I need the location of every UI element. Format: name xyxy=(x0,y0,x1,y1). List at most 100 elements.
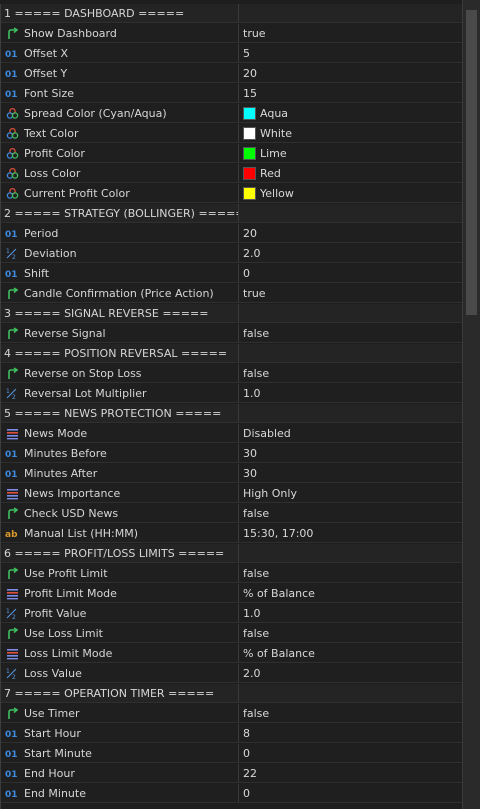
parameter-value-cell[interactable]: 15 xyxy=(239,84,463,102)
parameter-row[interactable]: 01 Offset Y 20 xyxy=(1,64,463,83)
parameter-value[interactable]: 5 xyxy=(243,47,250,60)
vertical-scrollbar[interactable] xyxy=(462,0,480,809)
parameter-row[interactable]: News Importance High Only xyxy=(1,484,463,503)
parameter-value[interactable]: 0 xyxy=(243,787,250,800)
parameter-value-cell[interactable]: 0 xyxy=(239,784,463,802)
parameter-value-cell[interactable]: White xyxy=(239,124,463,142)
parameter-row[interactable]: Check USD News false xyxy=(1,504,463,523)
parameter-row[interactable]: 1 2 Deviation 2.0 xyxy=(1,244,463,263)
parameter-row[interactable]: 1 2 Reversal Lot Multiplier 1.0 xyxy=(1,384,463,403)
parameter-row[interactable]: Profit Limit Mode % of Balance xyxy=(1,584,463,603)
parameter-value-cell[interactable]: Lime xyxy=(239,144,463,162)
parameter-value[interactable]: 30 xyxy=(243,447,257,460)
parameter-value-cell[interactable]: 22 xyxy=(239,764,463,782)
parameter-row[interactable]: Use Loss Limit false xyxy=(1,624,463,643)
parameter-value-cell[interactable]: false xyxy=(239,504,463,522)
parameter-row[interactable]: 01 Minutes After 30 xyxy=(1,464,463,483)
parameter-row[interactable]: Current Profit Color Yellow xyxy=(1,184,463,203)
parameter-row[interactable]: Loss Color Red xyxy=(1,164,463,183)
parameter-row[interactable]: Use Profit Limit false xyxy=(1,564,463,583)
parameter-value-cell[interactable]: false xyxy=(239,564,463,582)
parameter-value[interactable]: 2.0 xyxy=(243,247,261,260)
parameter-value[interactable]: 1.0 xyxy=(243,387,261,400)
parameter-value-cell[interactable]: 8 xyxy=(239,724,463,742)
parameter-row[interactable]: 01 End Minute 0 xyxy=(1,784,463,803)
parameter-value[interactable]: 20 xyxy=(243,227,257,240)
parameter-value[interactable]: 2.0 xyxy=(243,667,261,680)
scrollbar-thumb[interactable] xyxy=(466,10,477,315)
parameter-row[interactable]: ab Manual List (HH:MM) 15:30, 17:00 xyxy=(1,524,463,543)
parameter-value[interactable]: 8 xyxy=(243,727,250,740)
parameter-value-cell[interactable]: 1.0 xyxy=(239,604,463,622)
parameter-value[interactable]: false xyxy=(243,567,269,580)
parameter-value[interactable]: false xyxy=(243,707,269,720)
parameter-value-cell[interactable]: 0 xyxy=(239,264,463,282)
parameter-value-cell[interactable]: false xyxy=(239,324,463,342)
parameter-row[interactable]: 01 Period 20 xyxy=(1,224,463,243)
parameter-value-cell[interactable]: 2.0 xyxy=(239,664,463,682)
parameter-value[interactable]: 30 xyxy=(243,467,257,480)
parameter-row[interactable]: Loss Limit Mode % of Balance xyxy=(1,644,463,663)
parameter-value[interactable]: 15 xyxy=(243,87,257,100)
parameter-value-cell[interactable]: 30 xyxy=(239,444,463,462)
parameter-value[interactable]: true xyxy=(243,287,266,300)
parameter-value-cell[interactable]: 30 xyxy=(239,464,463,482)
parameter-value-cell[interactable]: 0 xyxy=(239,744,463,762)
parameter-value-cell[interactable]: 20 xyxy=(239,224,463,242)
parameter-value[interactable]: % of Balance xyxy=(243,647,315,660)
parameter-row[interactable]: 01 Start Hour 8 xyxy=(1,724,463,743)
parameter-value-cell[interactable]: Red xyxy=(239,164,463,182)
parameter-value-cell[interactable]: Aqua xyxy=(239,104,463,122)
parameter-value-cell[interactable]: false xyxy=(239,364,463,382)
parameter-row[interactable]: Text Color White xyxy=(1,124,463,143)
parameter-row[interactable]: Spread Color (Cyan/Aqua) Aqua xyxy=(1,104,463,123)
parameter-value[interactable]: Red xyxy=(260,167,281,180)
parameter-value[interactable]: false xyxy=(243,367,269,380)
parameter-value[interactable]: false xyxy=(243,327,269,340)
parameter-value[interactable]: White xyxy=(260,127,292,140)
parameter-value[interactable]: High Only xyxy=(243,487,297,500)
parameter-row[interactable]: 01 Font Size 15 xyxy=(1,84,463,103)
parameter-value[interactable]: Disabled xyxy=(243,427,291,440)
parameter-value-cell[interactable]: 1.0 xyxy=(239,384,463,402)
parameter-value-cell[interactable]: % of Balance xyxy=(239,584,463,602)
parameter-value-cell[interactable]: false xyxy=(239,704,463,722)
parameter-row[interactable]: 01 Offset X 5 xyxy=(1,44,463,63)
parameter-value-cell[interactable]: Yellow xyxy=(239,184,463,202)
parameter-row[interactable]: 1 2 Loss Value 2.0 xyxy=(1,664,463,683)
parameter-value[interactable]: false xyxy=(243,627,269,640)
parameter-row[interactable]: Candle Confirmation (Price Action) true xyxy=(1,284,463,303)
parameter-value-cell[interactable]: % of Balance xyxy=(239,644,463,662)
parameter-value-cell[interactable]: true xyxy=(239,24,463,42)
parameter-value[interactable]: 20 xyxy=(243,67,257,80)
parameter-value-cell[interactable]: 2.0 xyxy=(239,244,463,262)
parameter-value[interactable]: true xyxy=(243,27,266,40)
parameter-row[interactable]: Reverse on Stop Loss false xyxy=(1,364,463,383)
parameter-value[interactable]: Yellow xyxy=(260,187,294,200)
parameter-value-cell[interactable]: true xyxy=(239,284,463,302)
parameter-value[interactable]: Lime xyxy=(260,147,287,160)
parameter-value[interactable]: % of Balance xyxy=(243,587,315,600)
parameter-row[interactable]: Reverse Signal false xyxy=(1,324,463,343)
parameter-value[interactable]: false xyxy=(243,507,269,520)
parameter-value-cell[interactable]: false xyxy=(239,624,463,642)
parameter-row[interactable]: 1 2 Profit Value 1.0 xyxy=(1,604,463,623)
parameter-value-cell[interactable]: High Only xyxy=(239,484,463,502)
parameter-value[interactable]: 15:30, 17:00 xyxy=(243,527,313,540)
parameter-row[interactable]: 01 Minutes Before 30 xyxy=(1,444,463,463)
parameter-row[interactable]: 01 End Hour 22 xyxy=(1,764,463,783)
parameter-value-cell[interactable]: Disabled xyxy=(239,424,463,442)
parameter-row[interactable]: Profit Color Lime xyxy=(1,144,463,163)
parameter-row[interactable]: News Mode Disabled xyxy=(1,424,463,443)
parameter-value[interactable]: 0 xyxy=(243,747,250,760)
parameter-row[interactable]: Use Timer false xyxy=(1,704,463,723)
parameter-value-cell[interactable]: 20 xyxy=(239,64,463,82)
parameter-value[interactable]: 22 xyxy=(243,767,257,780)
parameter-row[interactable]: 01 Start Minute 0 xyxy=(1,744,463,763)
parameter-value[interactable]: 1.0 xyxy=(243,607,261,620)
parameter-row[interactable]: Show Dashboard true xyxy=(1,24,463,43)
parameter-value-cell[interactable]: 15:30, 17:00 xyxy=(239,524,463,542)
parameter-value[interactable]: Aqua xyxy=(260,107,288,120)
parameter-row[interactable]: 01 Shift 0 xyxy=(1,264,463,283)
parameter-value-cell[interactable]: 5 xyxy=(239,44,463,62)
